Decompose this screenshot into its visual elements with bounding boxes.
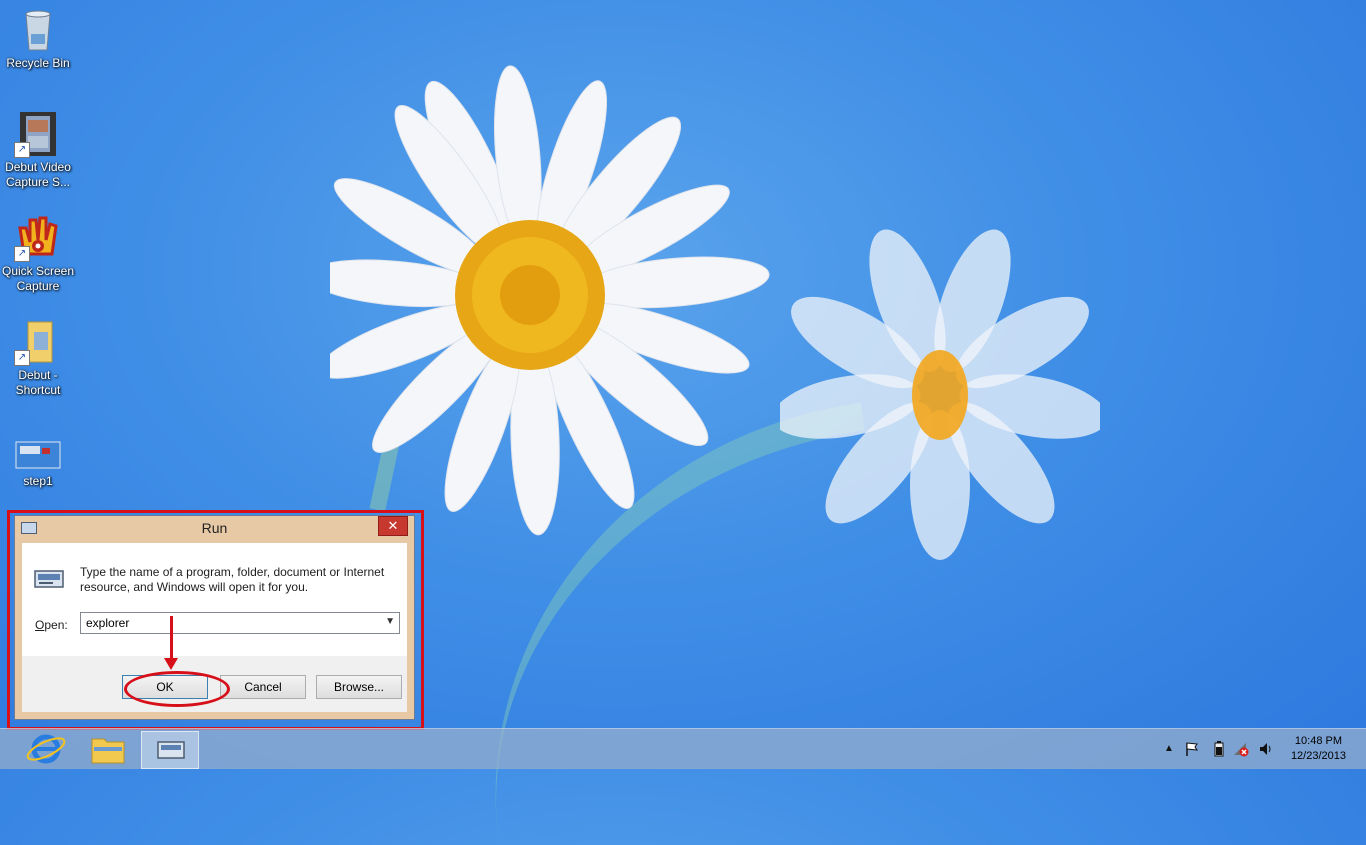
annotation-arrow bbox=[170, 616, 173, 662]
desktop-icon-label: Debut - Shortcut bbox=[15, 368, 61, 397]
clock-time: 10:48 PM bbox=[1294, 735, 1343, 747]
show-hidden-icons-button[interactable]: ▲ bbox=[1164, 743, 1174, 754]
taskbar-clock[interactable]: 10:48 PM 12/23/2013 bbox=[1291, 734, 1346, 764]
dialog-description: Type the name of a program, folder, docu… bbox=[80, 565, 385, 594]
open-label-text: pen: bbox=[44, 618, 68, 632]
hand-eye-icon: ↗ bbox=[14, 214, 62, 262]
taskbar-run-dialog[interactable] bbox=[141, 731, 199, 769]
annotation-arrow-head bbox=[164, 658, 178, 670]
desktop-icon-debut-shortcut[interactable]: ↗ Debut - Shortcut bbox=[0, 318, 76, 398]
desktop-icon-debut-video-capture[interactable]: ↗ Debut Video Capture S... bbox=[0, 110, 76, 190]
open-label: Open: bbox=[35, 618, 68, 632]
film-strip-icon: ↗ bbox=[14, 110, 62, 158]
taskbar-internet-explorer[interactable] bbox=[18, 731, 74, 767]
shortcut-arrow-icon: ↗ bbox=[14, 246, 30, 262]
dialog-client-area: Type the name of a program, folder, docu… bbox=[22, 543, 407, 712]
recycle-bin-icon bbox=[14, 6, 62, 54]
open-combobox[interactable]: explorer ▼ bbox=[80, 612, 400, 634]
open-input-value[interactable]: explorer bbox=[86, 616, 129, 630]
annotation-ok-ellipse bbox=[124, 671, 230, 707]
run-program-icon bbox=[34, 570, 64, 588]
dialog-title: Run bbox=[201, 520, 228, 536]
desktop-icon-recycle-bin[interactable]: Recycle Bin bbox=[0, 6, 76, 71]
network-disconnected-icon[interactable] bbox=[1232, 741, 1250, 757]
dialog-content-panel: Type the name of a program, folder, docu… bbox=[22, 543, 407, 656]
cancel-button[interactable]: Cancel bbox=[220, 675, 306, 699]
clock-date: 12/23/2013 bbox=[1290, 750, 1346, 762]
wallpaper-stem bbox=[445, 402, 915, 845]
close-button[interactable]: ✕ bbox=[378, 516, 408, 536]
volume-icon[interactable] bbox=[1258, 741, 1274, 757]
chevron-down-icon[interactable]: ▼ bbox=[385, 616, 395, 627]
run-dialog: Run ✕ Type the name of a program, folder… bbox=[14, 515, 415, 720]
desktop-icon-step1[interactable]: step1 bbox=[0, 440, 76, 489]
shortcut-arrow-icon: ↗ bbox=[14, 142, 30, 158]
wallpaper-stem bbox=[369, 351, 497, 529]
desktop-icon-label: step1 bbox=[23, 474, 53, 488]
shortcut-arrow-icon: ↗ bbox=[14, 350, 30, 366]
dialog-titlebar[interactable]: Run ✕ bbox=[15, 516, 414, 541]
open-label-accesskey: O bbox=[35, 618, 45, 632]
desktop-icon-label: Recycle Bin bbox=[6, 56, 70, 70]
internet-explorer-icon bbox=[26, 734, 66, 764]
file-explorer-icon bbox=[91, 738, 125, 764]
desktop-icon-quick-screen-capture[interactable]: ↗ Quick Screen Capture bbox=[0, 214, 76, 294]
run-dialog-icon bbox=[157, 741, 185, 759]
taskbar-file-explorer[interactable] bbox=[80, 731, 136, 767]
desktop-icon-label: Quick Screen Capture bbox=[1, 264, 75, 293]
browse-button[interactable]: Browse... bbox=[316, 675, 402, 699]
folder-icon: ↗ bbox=[14, 318, 62, 366]
taskbar: ▲ 10:48 PM 12/23/2013 bbox=[0, 728, 1366, 769]
image-file-icon bbox=[14, 440, 62, 472]
desktop-icon-label: Debut Video Capture S... bbox=[5, 160, 71, 189]
battery-icon[interactable] bbox=[1212, 741, 1226, 757]
action-center-flag-icon[interactable] bbox=[1184, 741, 1200, 757]
